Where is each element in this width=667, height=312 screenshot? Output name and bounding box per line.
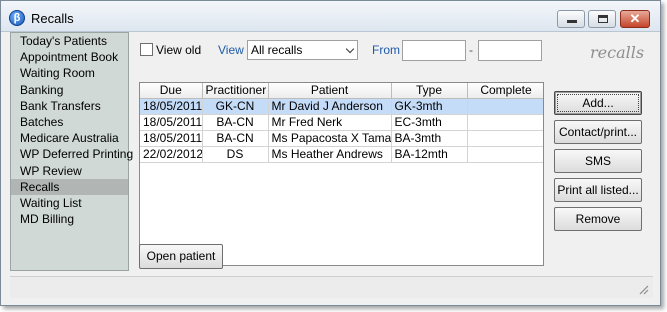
due-cell: 18/05/2011 bbox=[140, 114, 203, 131]
patient-cell: Mr David J Anderson bbox=[268, 98, 392, 115]
add-button[interactable]: Add... bbox=[554, 91, 642, 115]
table-row[interactable]: 18/05/2011 BA-CN Mr Fred Nerk EC-3mth bbox=[140, 114, 543, 131]
type-cell: EC-3mth bbox=[391, 114, 468, 131]
recalls-window: β Recalls ✕ Today's Patients Appointment… bbox=[0, 0, 661, 306]
table-row[interactable]: 22/02/2012 DS Ms Heather Andrews BA-12mt… bbox=[140, 146, 543, 163]
from-label: From bbox=[372, 43, 400, 57]
print-all-listed-button[interactable]: Print all listed... bbox=[554, 178, 642, 202]
section-watermark: recalls bbox=[590, 43, 645, 62]
sms-button[interactable]: SMS bbox=[554, 149, 642, 173]
sidebar-item-todays-patients[interactable]: Today's Patients bbox=[11, 33, 128, 49]
from-date-input[interactable] bbox=[402, 40, 466, 61]
complete-cell bbox=[467, 114, 543, 131]
sidebar-item-appointment-book[interactable]: Appointment Book bbox=[11, 49, 128, 65]
window-title: Recalls bbox=[31, 11, 74, 26]
view-select[interactable]: All recalls bbox=[247, 40, 358, 60]
type-cell: BA-3mth bbox=[391, 130, 468, 147]
to-date-input[interactable] bbox=[478, 40, 542, 61]
due-cell: 18/05/2011 bbox=[140, 130, 203, 147]
due-cell: 18/05/2011 bbox=[140, 98, 203, 115]
chevron-down-icon bbox=[345, 44, 355, 54]
app-logo-icon: β bbox=[9, 10, 25, 26]
maximize-button[interactable] bbox=[588, 10, 616, 28]
recalls-table[interactable]: Due Practitioner Patient Type Complete 1… bbox=[139, 82, 544, 266]
sidebar-item-md-billing[interactable]: MD Billing bbox=[11, 211, 128, 227]
patient-cell: Ms Heather Andrews bbox=[268, 146, 392, 163]
sidebar-item-wp-review[interactable]: WP Review bbox=[11, 163, 128, 179]
sidebar-item-banking[interactable]: Banking bbox=[11, 82, 128, 98]
view-select-value: All recalls bbox=[251, 43, 303, 57]
sidebar-item-wp-deferred-printing[interactable]: WP Deferred Printing bbox=[11, 146, 133, 162]
sidebar-item-batches[interactable]: Batches bbox=[11, 114, 128, 130]
date-range-separator: - bbox=[469, 43, 473, 57]
type-cell: GK-3mth bbox=[391, 98, 468, 115]
table-header-row: Due Practitioner Patient Type Complete bbox=[140, 83, 543, 99]
practitioner-cell: BA-CN bbox=[202, 114, 269, 131]
patient-cell: Ms Papacosta X Tamara bbox=[268, 130, 392, 147]
practitioner-cell: GK-CN bbox=[202, 98, 269, 115]
column-header-patient[interactable]: Patient bbox=[268, 83, 392, 99]
due-cell: 22/02/2012 bbox=[140, 146, 203, 163]
recalls-panel: View old View All recalls From - recalls… bbox=[134, 32, 653, 272]
column-header-type[interactable]: Type bbox=[391, 83, 468, 99]
practitioner-cell: DS bbox=[202, 146, 269, 163]
minimize-icon bbox=[567, 20, 577, 23]
table-row[interactable]: 18/05/2011 GK-CN Mr David J Anderson GK-… bbox=[140, 98, 543, 115]
open-patient-button[interactable]: Open patient bbox=[139, 244, 223, 269]
sidebar-item-bank-transfers[interactable]: Bank Transfers bbox=[11, 98, 128, 114]
column-header-due[interactable]: Due bbox=[140, 83, 203, 99]
patient-cell: Mr Fred Nerk bbox=[268, 114, 392, 131]
table-row[interactable]: 18/05/2011 BA-CN Ms Papacosta X Tamara B… bbox=[140, 130, 543, 147]
minimize-button[interactable] bbox=[557, 10, 585, 28]
close-button[interactable]: ✕ bbox=[620, 10, 650, 28]
remove-button[interactable]: Remove bbox=[554, 207, 642, 231]
column-header-practitioner[interactable]: Practitioner bbox=[202, 83, 269, 99]
view-label: View bbox=[218, 43, 244, 57]
close-icon: ✕ bbox=[629, 11, 641, 26]
complete-cell bbox=[467, 146, 543, 163]
view-old-label[interactable]: View old bbox=[156, 43, 201, 57]
contact-print-button[interactable]: Contact/print... bbox=[554, 120, 642, 144]
sidebar-item-waiting-room[interactable]: Waiting Room bbox=[11, 65, 128, 81]
complete-cell bbox=[467, 130, 543, 147]
title-bar: β Recalls ✕ bbox=[1, 1, 660, 32]
practitioner-cell: BA-CN bbox=[202, 130, 269, 147]
sidebar-item-waiting-list[interactable]: Waiting List bbox=[11, 195, 128, 211]
status-bar bbox=[10, 276, 653, 298]
sidebar-item-medicare-australia[interactable]: Medicare Australia bbox=[11, 130, 128, 146]
column-header-complete[interactable]: Complete bbox=[467, 83, 543, 99]
add-button-label: Add... bbox=[557, 94, 639, 112]
view-old-checkbox[interactable] bbox=[140, 43, 153, 56]
complete-cell bbox=[467, 98, 543, 115]
maximize-icon bbox=[598, 15, 608, 23]
resize-grip-icon[interactable] bbox=[637, 283, 649, 295]
navigation-sidebar: Today's Patients Appointment Book Waitin… bbox=[10, 32, 133, 271]
sidebar-item-recalls[interactable]: Recalls bbox=[11, 178, 128, 195]
type-cell: BA-12mth bbox=[391, 146, 468, 163]
